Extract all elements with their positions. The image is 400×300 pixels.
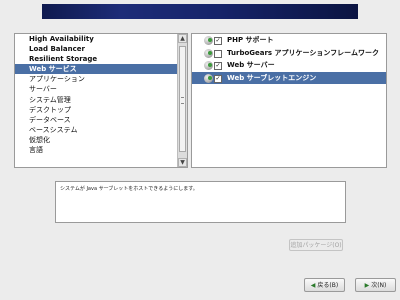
option-item[interactable]: ✓ Web サーバー [192, 59, 386, 72]
arrow-left-icon: ◀ [310, 282, 316, 289]
category-item[interactable]: サーバー [15, 84, 187, 94]
option-checkbox[interactable]: ✓ [214, 62, 222, 70]
category-scrollbar[interactable]: ▲ ▼ [177, 34, 187, 167]
option-label: PHP サポート [227, 36, 274, 44]
category-item[interactable]: 言語 [15, 145, 187, 155]
optional-packages-label: 追加パッケージ(O) [290, 242, 342, 249]
option-item[interactable]: ✓ PHP サポート [192, 34, 386, 47]
option-item[interactable]: TurboGears アプリケーションフレームワーク [192, 47, 386, 60]
category-item[interactable]: Resilient Storage [15, 54, 187, 64]
package-icon [204, 73, 213, 83]
category-item[interactable]: アプリケーション [15, 74, 187, 84]
option-checkbox[interactable]: ✓ [214, 37, 222, 45]
description-box: システムが Java サーブレットをホストできるようにします。 [55, 181, 346, 223]
option-label: TurboGears アプリケーションフレームワーク [227, 48, 379, 57]
category-list[interactable]: High Availability Load Balancer Resilient … [14, 33, 188, 168]
category-item[interactable]: デスクトップ [15, 105, 187, 115]
optional-packages-button[interactable]: 追加パッケージ(O) [289, 239, 343, 251]
package-icon [204, 48, 213, 58]
category-item[interactable]: ベースシステム [15, 125, 187, 135]
option-checkbox[interactable] [214, 49, 222, 58]
category-item[interactable]: Load Balancer [15, 44, 187, 54]
package-icon [204, 36, 213, 45]
arrow-right-icon: ▶ [364, 282, 370, 289]
scroll-down-icon[interactable]: ▼ [178, 158, 187, 167]
option-item[interactable]: ✓ Web サーブレットエンジン [192, 71, 386, 84]
option-label: Web サーブレットエンジン [227, 73, 317, 82]
option-items: ✓ PHP サポート TurboGears アプリケーションフレームワーク ✓ Web … [192, 34, 386, 84]
category-item[interactable]: Web サービス [15, 64, 187, 75]
next-label: 次(N) [371, 282, 387, 289]
scroll-up-icon[interactable]: ▲ [178, 34, 187, 43]
option-checkbox[interactable]: ✓ [214, 74, 222, 83]
option-label: Web サーバー [227, 61, 275, 69]
header-banner [42, 4, 358, 19]
back-button[interactable]: ◀ 戻る(B) [304, 278, 345, 292]
category-items: High Availability Load Balancer Resilient … [15, 34, 187, 155]
scroll-thumb[interactable] [179, 46, 186, 152]
description-text: システムが Java サーブレットをホストできるようにします。 [60, 186, 198, 192]
grip-icon [181, 97, 184, 104]
category-item[interactable]: システム管理 [15, 95, 187, 105]
category-item[interactable]: High Availability [15, 34, 187, 44]
package-icon [204, 61, 213, 70]
next-button[interactable]: ▶ 次(N) [355, 278, 396, 292]
category-item[interactable]: 仮想化 [15, 135, 187, 145]
back-label: 戻る(B) [317, 282, 339, 289]
category-item[interactable]: データベース [15, 115, 187, 125]
option-list[interactable]: ✓ PHP サポート TurboGears アプリケーションフレームワーク ✓ Web … [191, 33, 387, 168]
